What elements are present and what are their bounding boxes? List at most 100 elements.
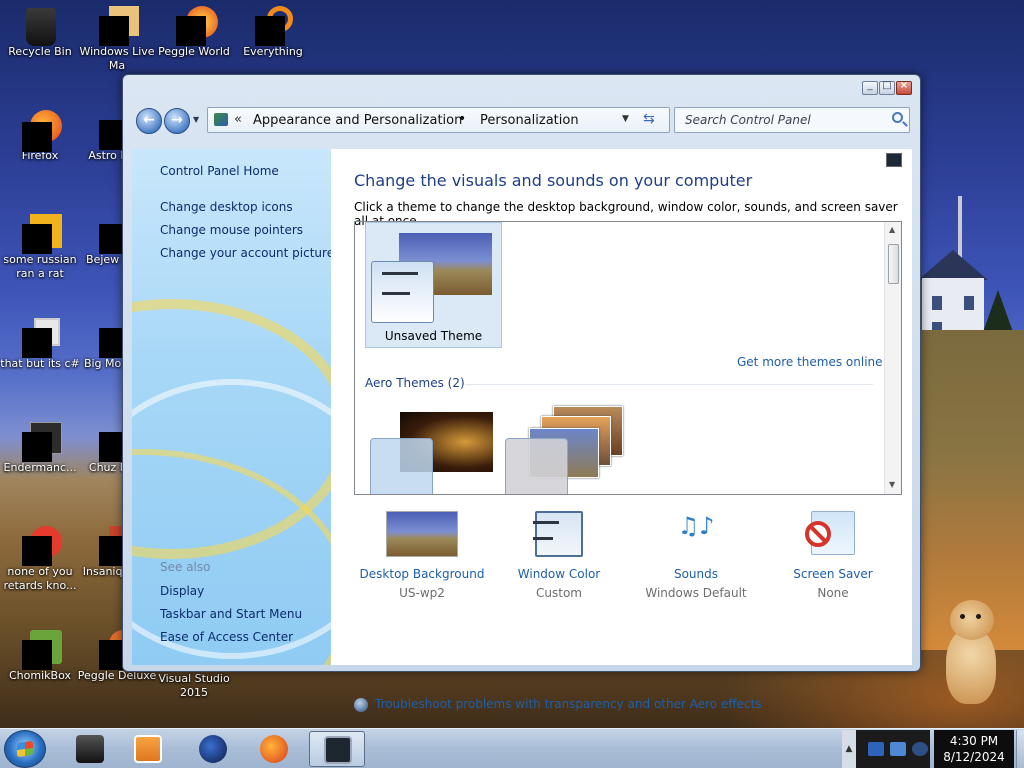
desktop-icon-everything[interactable]: Everything [233, 6, 313, 59]
taskbar-globe[interactable] [185, 731, 241, 767]
navigation-bar: ← → ▼ « Appearance and Personalization •… [133, 105, 913, 137]
change-account-picture-link[interactable]: Change your account picture [160, 246, 331, 260]
taskbar-app-1[interactable] [62, 731, 118, 767]
screen-saver-link[interactable]: Screen Saver [763, 567, 903, 581]
theme-label: Unsaved Theme [384, 329, 483, 343]
desktop-icon-windows-live[interactable]: Windows Live Ma [77, 6, 157, 73]
address-dropdown-icon[interactable]: ▼ [622, 114, 629, 124]
refresh-icon[interactable]: ⇆ [643, 111, 655, 127]
aero-themes-heading: Aero Themes (2) [365, 376, 465, 390]
sounds-link[interactable]: Sounds [626, 567, 766, 581]
tray-app-icon[interactable] [868, 742, 884, 756]
troubleshoot-link[interactable]: Troubleshoot problems with transparency … [375, 697, 762, 711]
clock-date: 8/12/2024 [943, 750, 1005, 764]
window-color-link[interactable]: Window Color [489, 567, 629, 581]
desktop-icon-firefox[interactable]: Firefox [0, 110, 80, 163]
scroll-down-icon[interactable]: ▼ [889, 480, 895, 489]
theme-unsaved[interactable]: Unsaved Theme [365, 222, 502, 348]
aero-theme-2[interactable] [505, 406, 635, 494]
peggle-icon [176, 6, 218, 46]
scroll-thumb[interactable] [888, 244, 899, 284]
breadcrumb-personalization[interactable]: Personalization [480, 113, 579, 128]
forward-button[interactable]: → [164, 108, 190, 134]
file-icon [22, 214, 62, 254]
desktop-icon-endermanch[interactable]: Endermanc... [0, 422, 80, 475]
window-controls: _ □ × [862, 80, 912, 95]
sounds-icon: ♫♪ [677, 512, 715, 540]
taskbar-control-panel[interactable] [309, 731, 365, 767]
desktop-background-link[interactable]: Desktop Background [352, 567, 492, 581]
windows-live-icon [99, 6, 139, 46]
control-panel-icon [324, 736, 352, 764]
chomikbox-icon [22, 630, 62, 670]
control-panel-icon [214, 113, 228, 126]
taskbar-media-player[interactable] [120, 731, 176, 767]
desktop-background-setting[interactable]: Desktop Background US-wp2 [352, 511, 492, 600]
theme-window-preview [371, 261, 434, 323]
clock[interactable]: 4:30 PM 8/12/2024 [934, 730, 1014, 768]
get-more-themes-link[interactable]: Get more themes online [737, 355, 883, 369]
personalization-window[interactable]: _ □ × ← → ▼ « Appearance and Personaliza… [122, 74, 921, 712]
search-icon [255, 6, 293, 46]
minimize-button[interactable]: _ [862, 80, 878, 95]
media-player-icon [134, 735, 162, 763]
breadcrumb-separator[interactable]: • [458, 111, 466, 127]
maximize-button[interactable]: □ [879, 80, 895, 95]
desktop-icon-chomikbox[interactable]: ChomikBox [0, 630, 80, 683]
show-hidden-icons-button[interactable]: ▲ [842, 730, 856, 768]
firefox-icon [260, 735, 288, 763]
volume-icon[interactable] [912, 742, 928, 756]
page-title: Change the visuals and sounds on your co… [354, 171, 753, 190]
search-box[interactable]: Search Control Panel [674, 107, 910, 133]
screen-saver-value: None [817, 586, 849, 600]
desktop-icon-none-of-you[interactable]: none of you retards kno... [0, 526, 80, 593]
recycle-bin-icon [22, 6, 58, 46]
breadcrumb-appearance[interactable]: Appearance and Personalization [253, 113, 462, 128]
desktop-background-icon [386, 511, 458, 561]
hamster-mascot[interactable] [938, 600, 1004, 710]
show-desktop-button[interactable] [1016, 730, 1024, 768]
themes-scrollbar[interactable]: ▲ ▼ [884, 222, 901, 494]
themes-list[interactable]: Unsaved Theme Get more themes online Aer… [354, 221, 902, 495]
globe-icon [199, 735, 227, 763]
aero-theme-1[interactable] [370, 410, 493, 494]
desktop-icon-recycle-bin[interactable]: Recycle Bin [0, 6, 80, 59]
desktop-icon-some-russian[interactable]: some russian ran a rat [0, 214, 80, 281]
sounds-setting[interactable]: ♫♪ Sounds Windows Default [626, 511, 766, 600]
program-icon [22, 422, 62, 462]
content-pane: Change the visuals and sounds on your co… [331, 149, 912, 712]
taskbar-start-menu-link[interactable]: Taskbar and Start Menu [160, 607, 302, 621]
program-icon [76, 735, 104, 763]
display-link[interactable]: Display [160, 584, 204, 598]
help-icon[interactable] [886, 153, 902, 167]
notification-area: ▲ [842, 730, 930, 768]
desktop-icon-visual-studio[interactable]: Visual Studio 2015 [154, 672, 234, 700]
screen-saver-icon [797, 511, 869, 561]
start-button[interactable] [4, 730, 46, 768]
change-desktop-icons-link[interactable]: Change desktop icons [160, 200, 293, 214]
desktop-background-value: US-wp2 [399, 586, 445, 600]
control-panel-home-link[interactable]: Control Panel Home [160, 164, 279, 178]
change-mouse-pointers-link[interactable]: Change mouse pointers [160, 223, 303, 237]
desktop-icon-that-but-c[interactable]: that but its c# [0, 318, 80, 371]
shortcut-icon [22, 318, 60, 358]
desktop-icon-peggle-world[interactable]: Peggle World [154, 6, 234, 59]
scroll-up-icon[interactable]: ▲ [889, 225, 895, 234]
search-icon[interactable] [892, 112, 903, 123]
troubleshoot-icon [354, 698, 368, 712]
taskbar-firefox[interactable] [246, 731, 302, 767]
screen-saver-setting[interactable]: Screen Saver None [763, 511, 903, 600]
network-icon[interactable] [890, 742, 906, 756]
window-color-setting[interactable]: Window Color Custom [489, 511, 629, 600]
close-button[interactable]: × [896, 80, 912, 95]
recent-pages-dropdown[interactable]: ▼ [193, 115, 199, 124]
ease-of-access-link[interactable]: Ease of Access Center [160, 630, 293, 644]
address-bar[interactable]: « Appearance and Personalization • Perso… [207, 107, 670, 133]
sounds-value: Windows Default [645, 586, 747, 600]
back-button[interactable]: ← [136, 108, 162, 134]
clock-time: 4:30 PM [949, 734, 999, 748]
chevron-left-icon[interactable]: « [234, 112, 242, 127]
window-color-icon [523, 511, 595, 561]
left-pane: Control Panel Home Change desktop icons … [132, 149, 331, 665]
search-placeholder: Search Control Panel [685, 113, 811, 127]
